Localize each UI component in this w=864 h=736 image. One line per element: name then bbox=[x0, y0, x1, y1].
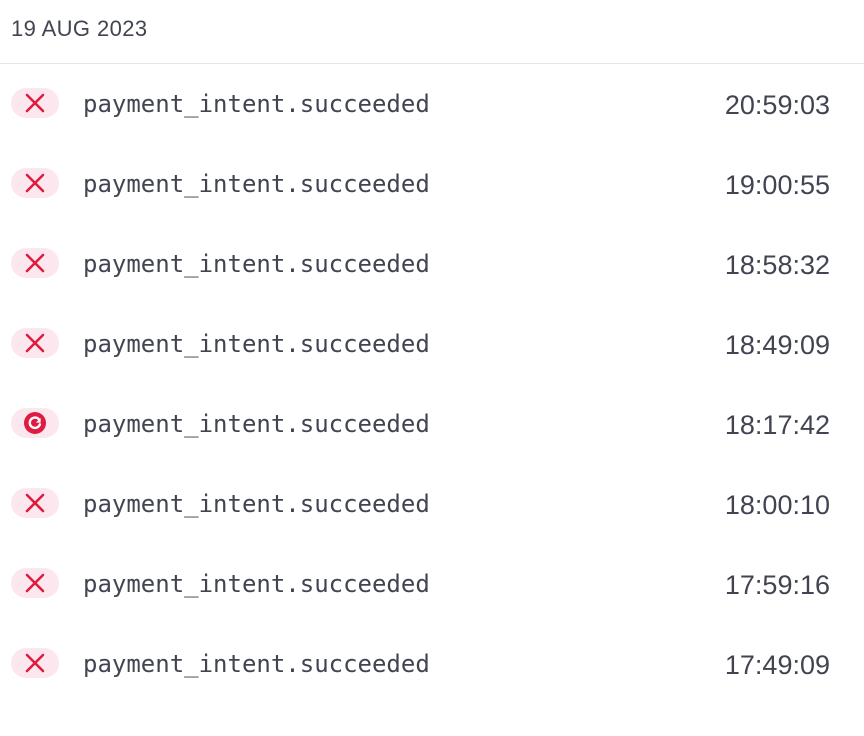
event-row[interactable]: payment_intent.succeeded 17:59:16 bbox=[0, 545, 864, 625]
close-icon bbox=[25, 493, 45, 513]
event-time: 17:59:16 bbox=[724, 570, 830, 600]
event-row[interactable]: payment_intent.succeeded 18:00:10 bbox=[0, 465, 864, 545]
status-badge bbox=[11, 488, 59, 518]
retry-icon bbox=[24, 412, 46, 434]
event-time: 18:58:32 bbox=[724, 250, 830, 280]
event-list: payment_intent.succeeded 20:59:03 paymen… bbox=[0, 65, 864, 705]
close-icon bbox=[25, 173, 45, 193]
date-group-header: 19 AUG 2023 bbox=[0, 0, 864, 64]
close-icon bbox=[25, 573, 45, 593]
event-time: 20:59:03 bbox=[724, 90, 830, 120]
status-badge bbox=[11, 648, 59, 678]
status-badge bbox=[11, 88, 59, 118]
status-badge bbox=[11, 568, 59, 598]
status-badge bbox=[11, 408, 59, 438]
close-icon bbox=[25, 653, 45, 673]
event-type: payment_intent.succeeded bbox=[83, 410, 430, 438]
event-row[interactable]: payment_intent.succeeded 18:17:42 bbox=[0, 385, 864, 465]
status-badge bbox=[11, 248, 59, 278]
event-type: payment_intent.succeeded bbox=[83, 490, 430, 518]
event-row[interactable]: payment_intent.succeeded 20:59:03 bbox=[0, 65, 864, 145]
close-icon bbox=[25, 333, 45, 353]
date-label: 19 AUG 2023 bbox=[11, 16, 148, 41]
event-time: 19:00:55 bbox=[724, 170, 830, 200]
close-icon bbox=[25, 93, 45, 113]
event-time: 17:49:09 bbox=[724, 650, 830, 680]
event-time: 18:49:09 bbox=[724, 330, 830, 360]
event-row[interactable]: payment_intent.succeeded 18:49:09 bbox=[0, 305, 864, 385]
event-type: payment_intent.succeeded bbox=[83, 570, 430, 598]
event-time: 18:17:42 bbox=[724, 410, 830, 440]
event-row[interactable]: payment_intent.succeeded 19:00:55 bbox=[0, 145, 864, 225]
event-type: payment_intent.succeeded bbox=[83, 170, 430, 198]
event-row[interactable]: payment_intent.succeeded 18:58:32 bbox=[0, 225, 864, 305]
event-type: payment_intent.succeeded bbox=[83, 650, 430, 678]
event-row[interactable]: payment_intent.succeeded 17:49:09 bbox=[0, 625, 864, 705]
event-type: payment_intent.succeeded bbox=[83, 330, 430, 358]
status-badge bbox=[11, 328, 59, 358]
event-type: payment_intent.succeeded bbox=[83, 250, 430, 278]
close-icon bbox=[25, 253, 45, 273]
event-time: 18:00:10 bbox=[724, 490, 830, 520]
event-type: payment_intent.succeeded bbox=[83, 90, 430, 118]
status-badge bbox=[11, 168, 59, 198]
